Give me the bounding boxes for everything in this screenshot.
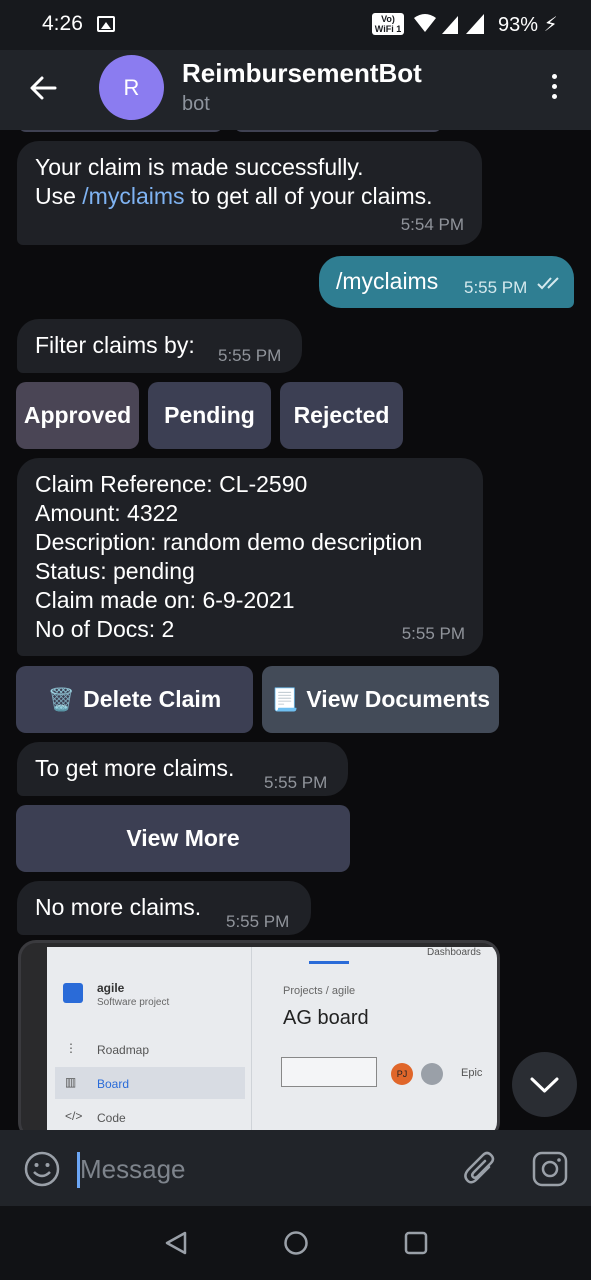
chat-title[interactable]: ReimbursementBot xyxy=(182,58,422,89)
view-documents-button[interactable]: 📃 View Documents xyxy=(262,666,499,733)
message-text: No more claims. xyxy=(35,894,202,920)
photo-text: AG board xyxy=(283,1007,369,1029)
button-label: Delete Claim xyxy=(83,686,222,712)
chat-subtitle: bot xyxy=(182,93,210,115)
message-text: Filter claims by: xyxy=(35,332,195,358)
message-text: /myclaims xyxy=(336,268,439,294)
message-bubble-incoming[interactable]: No more claims. 5:55 PM xyxy=(17,881,311,935)
nav-back-icon[interactable] xyxy=(163,1230,189,1256)
message-time: 5:55 PM xyxy=(401,624,465,643)
claim-amount: Amount: 4322 xyxy=(35,500,179,526)
back-arrow-icon[interactable] xyxy=(27,70,59,106)
project-logo xyxy=(63,983,83,1003)
chat-header: R ReimbursementBot bot xyxy=(0,50,591,130)
photo-avatar xyxy=(421,1063,443,1085)
message-list[interactable]: Your claim is made successfully. Use /my… xyxy=(0,130,591,1130)
photo-search-box xyxy=(281,1057,377,1087)
photo-text: agile xyxy=(97,981,125,995)
claim-docs-count: No of Docs: 2 xyxy=(35,616,175,642)
message-text: Your claim is made successfully. xyxy=(35,154,364,180)
code-icon: </> xyxy=(65,1109,83,1123)
message-composer xyxy=(0,1130,591,1206)
nav-home-icon[interactable] xyxy=(283,1230,309,1256)
photo-text: Projects / agile xyxy=(283,985,356,997)
board-icon: ▥ xyxy=(65,1075,77,1089)
photo-text: Software project xyxy=(97,997,170,1008)
message-text: To get more claims. xyxy=(35,755,235,781)
signal-icons xyxy=(414,14,484,34)
claim-details-bubble[interactable]: Claim Reference: CL-2590 Amount: 4322 De… xyxy=(17,458,483,656)
button-label: View Documents xyxy=(306,686,491,712)
chevron-down-icon xyxy=(530,1077,559,1093)
charging-icon: ⚡ xyxy=(543,14,558,36)
document-icon: 📃 xyxy=(270,686,299,712)
filter-approved-button[interactable]: Approved xyxy=(16,382,139,449)
photo-text: Dashboards xyxy=(427,947,481,958)
message-time: 5:55 PM xyxy=(226,912,290,931)
previous-inline-button[interactable] xyxy=(18,130,223,132)
wastebasket-icon: 🗑️ xyxy=(47,686,76,712)
command-link[interactable]: /myclaims xyxy=(82,183,184,209)
message-bubble-incoming[interactable]: To get more claims. 5:55 PM xyxy=(17,742,348,796)
status-bar: 4:26 Vo) WiFi 1 93% ⚡ xyxy=(0,0,591,50)
filter-pending-button[interactable]: Pending xyxy=(148,382,271,449)
photo-text: Roadmap xyxy=(97,1043,150,1057)
previous-inline-button[interactable] xyxy=(234,130,442,132)
bot-avatar[interactable]: R xyxy=(99,55,164,120)
scroll-down-button[interactable] xyxy=(512,1052,577,1117)
message-time: 5:55 PM xyxy=(218,346,282,365)
message-time: 5:54 PM xyxy=(400,215,464,234)
message-bubble-incoming[interactable]: Your claim is made successfully. Use /my… xyxy=(17,141,482,245)
photo-divider xyxy=(251,947,252,1130)
claim-description: Description: random demo description xyxy=(35,529,423,555)
photo-content: Dashboards agile Software project ⋮ Road… xyxy=(47,947,497,1130)
message-text: Use /myclaims to get all of your claims. xyxy=(35,183,433,209)
claim-reference: Claim Reference: CL-2590 xyxy=(35,471,308,497)
message-bubble-outgoing[interactable]: /myclaims 5:55 PM xyxy=(319,256,574,308)
photo-text: Epic xyxy=(461,1067,483,1079)
roadmap-icon: ⋮ xyxy=(65,1041,77,1055)
camera-icon[interactable] xyxy=(532,1151,568,1187)
filter-rejected-button[interactable]: Rejected xyxy=(280,382,403,449)
attach-icon[interactable] xyxy=(462,1149,498,1189)
gallery-notification-icon xyxy=(97,16,115,32)
photo-text: Code xyxy=(97,1111,126,1125)
system-nav-bar xyxy=(0,1206,591,1280)
photo-message[interactable]: Dashboards agile Software project ⋮ Road… xyxy=(18,940,500,1130)
photo-selected-row xyxy=(55,1067,245,1099)
view-more-button[interactable]: View More xyxy=(16,805,350,872)
emoji-icon[interactable] xyxy=(24,1151,60,1187)
message-time: 5:55 PM xyxy=(264,773,328,792)
claim-date: Claim made on: 6-9-2021 xyxy=(35,587,295,613)
vowifi-icon: Vo) WiFi 1 xyxy=(372,13,404,35)
message-input[interactable] xyxy=(80,1146,440,1192)
delete-claim-button[interactable]: 🗑️ Delete Claim xyxy=(16,666,253,733)
battery-level: 93% ⚡ xyxy=(498,14,558,36)
photo-text: Board xyxy=(97,1077,130,1091)
more-options-icon[interactable] xyxy=(546,74,562,106)
claim-status: Status: pending xyxy=(35,558,195,584)
message-bubble-incoming[interactable]: Filter claims by: 5:55 PM xyxy=(17,319,302,373)
nav-recents-icon[interactable] xyxy=(403,1230,429,1256)
read-checkmarks-icon xyxy=(537,277,559,290)
photo-tab-indicator xyxy=(309,961,349,964)
status-time: 4:26 xyxy=(42,12,83,35)
photo-avatar: PJ xyxy=(391,1063,413,1085)
message-time: 5:55 PM xyxy=(464,278,528,297)
